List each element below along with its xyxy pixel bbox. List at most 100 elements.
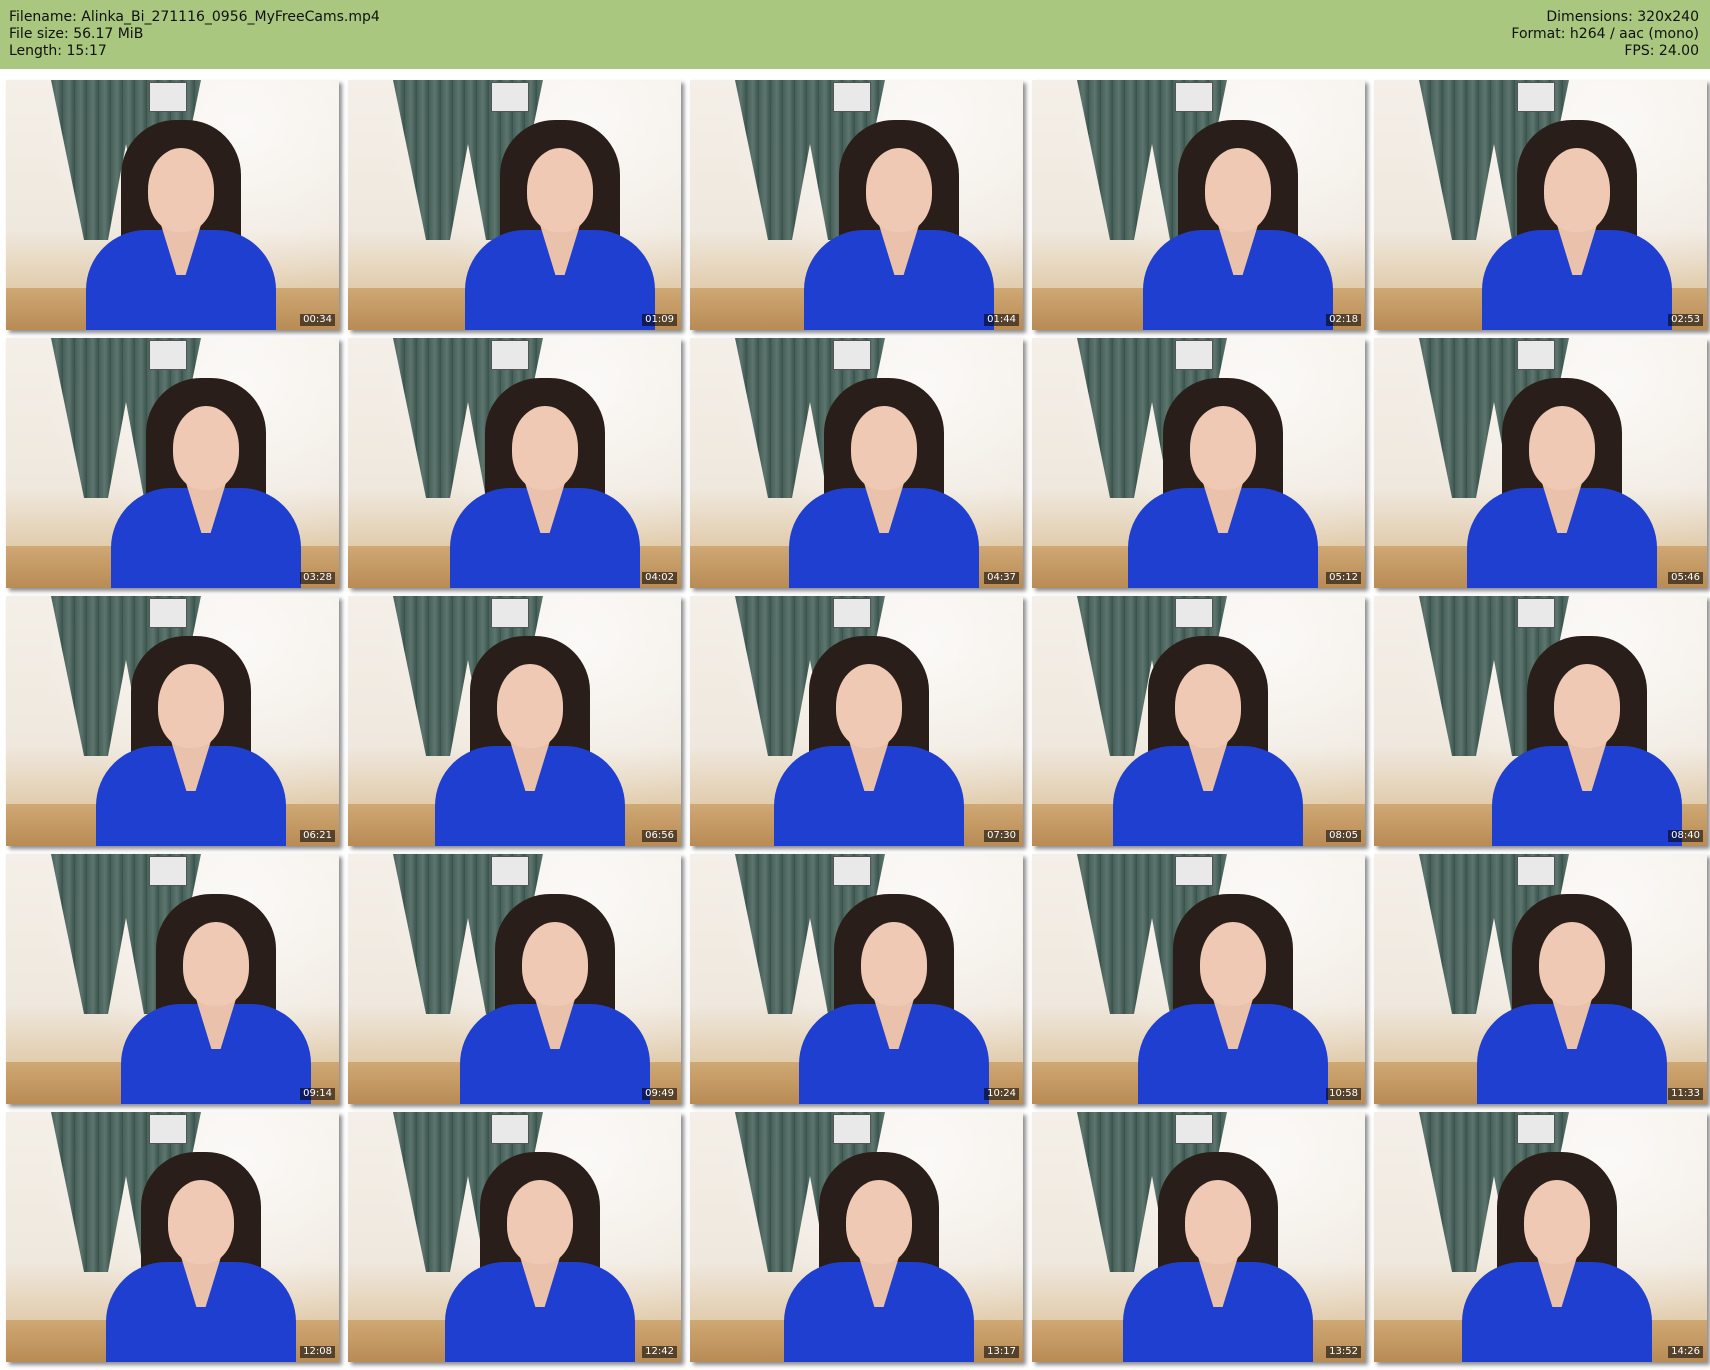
video-thumbnail[interactable]: 04:37 xyxy=(690,338,1023,588)
wall-poster xyxy=(833,82,871,112)
timestamp-label: 05:46 xyxy=(1668,572,1703,584)
wall-poster xyxy=(1175,1114,1213,1144)
person-figure xyxy=(1113,636,1303,846)
wall-poster xyxy=(833,340,871,370)
person-face xyxy=(507,1180,573,1264)
video-thumbnail[interactable]: 09:49 xyxy=(348,854,681,1104)
wall-poster xyxy=(149,856,187,886)
video-thumbnail[interactable]: 13:17 xyxy=(690,1112,1023,1362)
wall-poster xyxy=(1175,340,1213,370)
thumbnail-grid: 00:34 01:09 01:44 02:18 02:53 03:28 04:02 04:37… xyxy=(0,0,1710,1370)
video-thumbnail[interactable]: 02:53 xyxy=(1374,80,1707,330)
timestamp-label: 05:12 xyxy=(1326,572,1361,584)
wall-poster xyxy=(491,340,529,370)
person-figure xyxy=(1482,120,1672,330)
timestamp-label: 13:52 xyxy=(1326,1346,1361,1358)
wall-poster xyxy=(1517,1114,1555,1144)
timestamp-label: 01:09 xyxy=(642,314,677,326)
timestamp-label: 09:14 xyxy=(300,1088,335,1100)
video-thumbnail[interactable]: 06:21 xyxy=(6,596,339,846)
person-face xyxy=(183,922,249,1006)
person-figure xyxy=(121,894,311,1104)
person-face xyxy=(851,406,917,490)
person-figure xyxy=(1138,894,1328,1104)
video-thumbnail[interactable]: 08:40 xyxy=(1374,596,1707,846)
video-thumbnail[interactable]: 11:33 xyxy=(1374,854,1707,1104)
timestamp-label: 04:37 xyxy=(984,572,1019,584)
person-face xyxy=(1529,406,1595,490)
timestamp-label: 06:21 xyxy=(300,830,335,842)
person-face xyxy=(158,664,224,748)
timestamp-label: 12:08 xyxy=(300,1346,335,1358)
video-thumbnail[interactable]: 10:24 xyxy=(690,854,1023,1104)
person-figure xyxy=(774,636,964,846)
wall-poster xyxy=(491,1114,529,1144)
person-figure xyxy=(1492,636,1682,846)
timestamp-label: 12:42 xyxy=(642,1346,677,1358)
video-thumbnail[interactable]: 13:52 xyxy=(1032,1112,1365,1362)
video-thumbnail[interactable]: 09:14 xyxy=(6,854,339,1104)
video-thumbnail[interactable]: 12:08 xyxy=(6,1112,339,1362)
video-thumbnail[interactable]: 06:56 xyxy=(348,596,681,846)
person-face xyxy=(1539,922,1605,1006)
wall-poster xyxy=(149,340,187,370)
person-figure xyxy=(1123,1152,1313,1362)
person-face xyxy=(173,406,239,490)
video-thumbnail[interactable]: 05:12 xyxy=(1032,338,1365,588)
wall-poster xyxy=(1517,340,1555,370)
timestamp-label: 08:05 xyxy=(1326,830,1361,842)
person-figure xyxy=(1462,1152,1652,1362)
video-thumbnail[interactable]: 07:30 xyxy=(690,596,1023,846)
person-face xyxy=(522,922,588,1006)
person-figure xyxy=(465,120,655,330)
timestamp-label: 04:02 xyxy=(642,572,677,584)
video-thumbnail[interactable]: 00:34 xyxy=(6,80,339,330)
person-face xyxy=(1544,148,1610,232)
person-face xyxy=(866,148,932,232)
wall-poster xyxy=(491,598,529,628)
person-face xyxy=(148,148,214,232)
person-figure xyxy=(1128,378,1318,588)
video-thumbnail[interactable]: 01:09 xyxy=(348,80,681,330)
person-figure xyxy=(460,894,650,1104)
wall-poster xyxy=(1175,856,1213,886)
timestamp-label: 02:53 xyxy=(1668,314,1703,326)
person-face xyxy=(512,406,578,490)
video-thumbnail[interactable]: 08:05 xyxy=(1032,596,1365,846)
wall-poster xyxy=(833,1114,871,1144)
person-figure xyxy=(799,894,989,1104)
video-thumbnail[interactable]: 01:44 xyxy=(690,80,1023,330)
timestamp-label: 09:49 xyxy=(642,1088,677,1100)
video-thumbnail[interactable]: 05:46 xyxy=(1374,338,1707,588)
person-face xyxy=(1190,406,1256,490)
wall-poster xyxy=(1175,82,1213,112)
person-face xyxy=(497,664,563,748)
person-face xyxy=(1185,1180,1251,1264)
video-thumbnail[interactable]: 14:26 xyxy=(1374,1112,1707,1362)
timestamp-label: 07:30 xyxy=(984,830,1019,842)
video-thumbnail[interactable]: 10:58 xyxy=(1032,854,1365,1104)
wall-poster xyxy=(1517,598,1555,628)
wall-poster xyxy=(1517,82,1555,112)
person-face xyxy=(1524,1180,1590,1264)
person-face xyxy=(168,1180,234,1264)
person-face xyxy=(836,664,902,748)
video-thumbnail[interactable]: 04:02 xyxy=(348,338,681,588)
wall-poster xyxy=(149,82,187,112)
person-face xyxy=(1200,922,1266,1006)
person-figure xyxy=(804,120,994,330)
person-figure xyxy=(1143,120,1333,330)
wall-poster xyxy=(1517,856,1555,886)
person-face xyxy=(1205,148,1271,232)
video-thumbnail[interactable]: 03:28 xyxy=(6,338,339,588)
video-thumbnail[interactable]: 02:18 xyxy=(1032,80,1365,330)
person-figure xyxy=(1467,378,1657,588)
timestamp-label: 14:26 xyxy=(1668,1346,1703,1358)
timestamp-label: 00:34 xyxy=(300,314,335,326)
person-face xyxy=(1175,664,1241,748)
wall-poster xyxy=(491,82,529,112)
wall-poster xyxy=(1175,598,1213,628)
timestamp-label: 08:40 xyxy=(1668,830,1703,842)
video-thumbnail[interactable]: 12:42 xyxy=(348,1112,681,1362)
person-figure xyxy=(96,636,286,846)
